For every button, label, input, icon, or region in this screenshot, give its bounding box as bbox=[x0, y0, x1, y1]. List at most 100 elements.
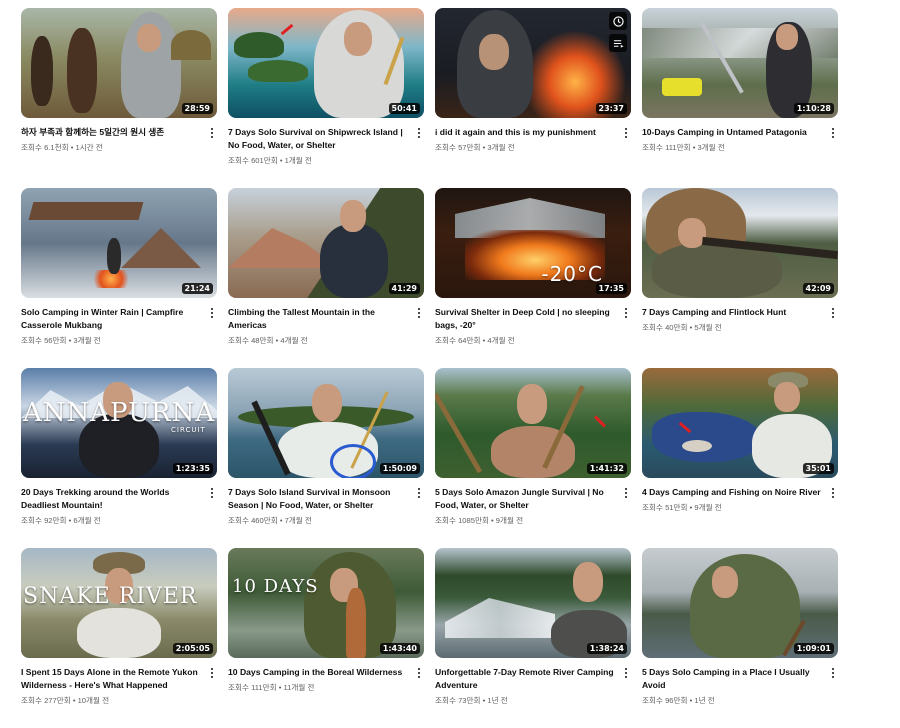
video-title[interactable]: 5 Days Solo Amazon Jungle Survival | No … bbox=[435, 486, 617, 512]
more-vert-icon[interactable] bbox=[621, 126, 631, 140]
video-thumbnail[interactable]: 1:09:01 bbox=[642, 548, 838, 658]
video-card[interactable]: 1:38:24 Unforgettable 7-Day Remote River… bbox=[435, 548, 631, 728]
video-card[interactable]: 1:41:32 5 Days Solo Amazon Jungle Surviv… bbox=[435, 368, 631, 548]
video-stats: 조회수 40만회 • 5개월 전 bbox=[642, 323, 722, 332]
more-vert-icon[interactable] bbox=[828, 306, 838, 320]
more-vert-icon[interactable] bbox=[414, 306, 424, 320]
video-thumbnail[interactable]: 1:38:24 bbox=[435, 548, 631, 658]
video-card[interactable]: ANNAPURNA CIRCUIT 1:23:35 20 Days Trekki… bbox=[21, 368, 217, 548]
video-title[interactable]: I Spent 15 Days Alone in the Remote Yuko… bbox=[21, 666, 203, 692]
video-thumbnail[interactable]: ANNAPURNA CIRCUIT 1:23:35 bbox=[21, 368, 217, 478]
video-title[interactable]: Survival Shelter in Deep Cold | no sleep… bbox=[435, 306, 617, 332]
video-title[interactable]: 20 Days Trekking around the Worlds Deadl… bbox=[21, 486, 203, 512]
duration-badge: 41:29 bbox=[388, 283, 420, 294]
video-stats: 조회수 111만회 • 3개월 전 bbox=[642, 143, 725, 152]
duration-badge: 28:59 bbox=[181, 103, 213, 114]
video-card[interactable]: 28:59 하자 부족과 함께하는 5일간의 원시 생존 조회수 6.1천회 •… bbox=[21, 8, 217, 188]
duration-badge: 42:09 bbox=[802, 283, 834, 294]
duration-badge: 35:01 bbox=[802, 463, 834, 474]
video-card[interactable]: 23:37 i did it again and this is my puni… bbox=[435, 8, 631, 188]
video-stats: 조회수 601만회 • 1개월 전 bbox=[228, 156, 312, 165]
video-title[interactable]: 7 Days Solo Survival on Shipwreck Island… bbox=[228, 126, 410, 152]
video-stats: 조회수 73만회 • 1년 전 bbox=[435, 696, 508, 705]
video-card[interactable]: 21:24 Solo Camping in Winter Rain | Camp… bbox=[21, 188, 217, 368]
more-vert-icon[interactable] bbox=[828, 486, 838, 500]
video-card[interactable]: 1:10:28 10-Days Camping in Untamed Patag… bbox=[642, 8, 838, 188]
more-vert-icon[interactable] bbox=[621, 306, 631, 320]
more-vert-icon[interactable] bbox=[828, 666, 838, 680]
video-thumbnail[interactable]: 23:37 bbox=[435, 8, 631, 118]
title-overlay: ANNAPURNA bbox=[23, 398, 216, 428]
video-title[interactable]: 10 Days Camping in the Boreal Wilderness bbox=[228, 666, 410, 679]
duration-badge: 1:43:40 bbox=[379, 643, 420, 654]
video-stats: 조회수 51만회 • 9개월 전 bbox=[642, 503, 722, 512]
more-vert-icon[interactable] bbox=[414, 486, 424, 500]
video-title[interactable]: i did it again and this is my punishment bbox=[435, 126, 617, 139]
video-stats: 조회수 92만회 • 6개월 전 bbox=[21, 516, 101, 525]
video-card[interactable]: 50:41 7 Days Solo Survival on Shipwreck … bbox=[228, 8, 424, 188]
video-grid: 28:59 하자 부족과 함께하는 5일간의 원시 생존 조회수 6.1천회 •… bbox=[21, 8, 838, 728]
more-vert-icon[interactable] bbox=[207, 306, 217, 320]
video-card[interactable]: 35:01 4 Days Camping and Fishing on Noir… bbox=[642, 368, 838, 548]
video-card[interactable]: SNAKE RIVER 2:05:05 I Spent 15 Days Alon… bbox=[21, 548, 217, 728]
duration-badge: 1:09:01 bbox=[793, 643, 834, 654]
duration-badge: 1:41:32 bbox=[586, 463, 627, 474]
video-stats: 조회수 6.1천회 • 1시간 전 bbox=[21, 143, 103, 152]
video-stats: 조회수 57만회 • 3개월 전 bbox=[435, 143, 515, 152]
video-title[interactable]: 10-Days Camping in Untamed Patagonia bbox=[642, 126, 824, 139]
video-stats: 조회수 111만회 • 11개월 전 bbox=[228, 683, 315, 692]
video-thumbnail[interactable]: SNAKE RIVER 2:05:05 bbox=[21, 548, 217, 658]
video-stats: 조회수 48만회 • 4개월 전 bbox=[228, 336, 308, 345]
video-title[interactable]: 7 Days Solo Island Survival in Monsoon S… bbox=[228, 486, 410, 512]
video-title[interactable]: Climbing the Tallest Mountain in the Ame… bbox=[228, 306, 410, 332]
video-thumbnail[interactable]: 41:29 bbox=[228, 188, 424, 298]
video-card[interactable]: 42:09 7 Days Camping and Flintlock Hunt … bbox=[642, 188, 838, 368]
video-thumbnail[interactable]: 50:41 bbox=[228, 8, 424, 118]
video-card[interactable]: 1:50:09 7 Days Solo Island Survival in M… bbox=[228, 368, 424, 548]
video-stats: 조회수 1085만회 • 9개월 전 bbox=[435, 516, 524, 525]
video-title[interactable]: Unforgettable 7-Day Remote River Camping… bbox=[435, 666, 617, 692]
video-stats: 조회수 56만회 • 3개월 전 bbox=[21, 336, 101, 345]
more-vert-icon[interactable] bbox=[621, 666, 631, 680]
more-vert-icon[interactable] bbox=[621, 486, 631, 500]
duration-badge: 50:41 bbox=[388, 103, 420, 114]
video-card[interactable]: -20°C 17:35 Survival Shelter in Deep Col… bbox=[435, 188, 631, 368]
more-vert-icon[interactable] bbox=[207, 126, 217, 140]
video-thumbnail[interactable]: 1:50:09 bbox=[228, 368, 424, 478]
video-title[interactable]: Solo Camping in Winter Rain | Campfire C… bbox=[21, 306, 203, 332]
title-overlay: SNAKE RIVER bbox=[23, 584, 198, 609]
duration-badge: 1:38:24 bbox=[586, 643, 627, 654]
video-thumbnail[interactable]: -20°C 17:35 bbox=[435, 188, 631, 298]
duration-badge: 2:05:05 bbox=[172, 643, 213, 654]
hover-actions bbox=[609, 12, 627, 52]
more-vert-icon[interactable] bbox=[414, 126, 424, 140]
title-overlay: 10 DAYS bbox=[232, 576, 319, 597]
video-thumbnail[interactable]: 35:01 bbox=[642, 368, 838, 478]
video-stats: 조회수 64만회 • 4개월 전 bbox=[435, 336, 515, 345]
video-thumbnail[interactable]: 28:59 bbox=[21, 8, 217, 118]
video-thumbnail[interactable]: 42:09 bbox=[642, 188, 838, 298]
video-thumbnail[interactable]: 1:10:28 bbox=[642, 8, 838, 118]
video-card[interactable]: 41:29 Climbing the Tallest Mountain in t… bbox=[228, 188, 424, 368]
more-vert-icon[interactable] bbox=[828, 126, 838, 140]
queue-icon[interactable] bbox=[609, 34, 627, 52]
video-title[interactable]: 7 Days Camping and Flintlock Hunt bbox=[642, 306, 824, 319]
more-vert-icon[interactable] bbox=[207, 666, 217, 680]
clock-icon[interactable] bbox=[609, 12, 627, 30]
video-card[interactable]: 1:09:01 5 Days Solo Camping in a Place I… bbox=[642, 548, 838, 728]
video-thumbnail[interactable]: 21:24 bbox=[21, 188, 217, 298]
video-card[interactable]: 10 DAYS 1:43:40 10 Days Camping in the B… bbox=[228, 548, 424, 728]
video-title[interactable]: 5 Days Solo Camping in a Place I Usually… bbox=[642, 666, 824, 692]
temperature-overlay: -20°C bbox=[541, 262, 603, 286]
video-thumbnail[interactable]: 1:41:32 bbox=[435, 368, 631, 478]
subtitle-overlay: CIRCUIT bbox=[171, 426, 206, 434]
duration-badge: 21:24 bbox=[181, 283, 213, 294]
duration-badge: 1:23:35 bbox=[172, 463, 213, 474]
more-vert-icon[interactable] bbox=[207, 486, 217, 500]
duration-badge: 1:10:28 bbox=[793, 103, 834, 114]
video-thumbnail[interactable]: 10 DAYS 1:43:40 bbox=[228, 548, 424, 658]
video-title[interactable]: 4 Days Camping and Fishing on Noire Rive… bbox=[642, 486, 824, 499]
more-vert-icon[interactable] bbox=[414, 666, 424, 680]
video-stats: 조회수 96만회 • 1년 전 bbox=[642, 696, 715, 705]
video-title[interactable]: 하자 부족과 함께하는 5일간의 원시 생존 bbox=[21, 126, 203, 139]
